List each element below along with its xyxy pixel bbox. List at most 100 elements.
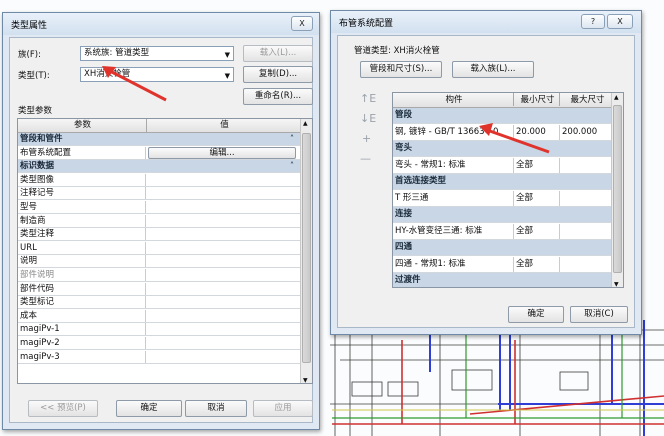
member-row[interactable]: HY-水管变径三通: 标准 全部 [393,223,613,240]
remove-row-icon[interactable]: — [360,152,371,165]
scroll-down-icon[interactable]: ▼ [614,281,619,287]
close-button[interactable]: X [291,16,313,31]
group-row[interactable]: 管段和管件 ˄ [18,133,300,146]
cancel-button[interactable]: 取消 [185,400,247,417]
member-label: 四通 [395,242,413,252]
param-label: 类型图像 [20,174,55,185]
min-size-cell[interactable]: 全部 [514,158,559,173]
collapse-icon[interactable]: ˄ [290,133,294,145]
scroll-up-icon[interactable]: ▲ [303,120,308,127]
param-row[interactable]: 型号 [18,201,300,214]
group-row[interactable]: 首选连接类型 [393,174,613,190]
move-down-icon[interactable]: ↓E [360,112,376,125]
dropdown-arrow-icon: ▼ [224,51,230,59]
add-row-icon[interactable]: + [362,132,371,145]
member-label: 首选连接类型 [395,176,447,186]
max-size-cell[interactable]: 200.000 [560,125,612,140]
column-divider [559,190,560,206]
member-row[interactable]: T 形三通 全部 [393,190,613,207]
move-up-icon[interactable]: ↑E [360,92,376,105]
column-divider [559,223,560,239]
min-size-cell[interactable]: 全部 [514,224,559,239]
pipe-type-label: 管道类型: XH消火栓管 [354,46,440,56]
type-params-label: 类型参数 [18,106,53,116]
param-label: 制造商 [20,215,46,226]
annotation-arrow [479,123,550,154]
param-row[interactable]: 部件代码 [18,282,300,296]
apply-button[interactable]: 应用 [253,400,313,417]
routing-preferences-dialog: 布管系统配置 ? X 管道类型: XH消火栓管 管段和尺寸(S)... 载入族(… [330,10,642,335]
column-divider [559,256,560,272]
col-param-header: 参数 [73,120,91,130]
param-row[interactable]: 类型图像 [18,173,300,187]
param-label: 类型注释 [20,229,55,240]
family-combo[interactable]: 系统族: 管道类型 ▼ [80,46,234,61]
member-row[interactable]: 弯头 - 常规1: 标准 全部 [393,157,613,174]
member-label: 弯头 - 常规1: 标准 [395,159,466,170]
param-row[interactable]: 部件说明 [18,269,300,282]
param-label: 类型标记 [20,297,55,308]
vertical-scrollbar[interactable]: ▲ ▼ [611,93,623,287]
vertical-scrollbar[interactable]: ▲ ▼ [300,119,312,383]
param-row[interactable]: 注释记号 [18,187,300,201]
param-row[interactable]: 布管系统配置 编辑... [18,146,300,160]
dropdown-arrow-icon: ▼ [224,72,230,80]
annotation-arrow [102,66,167,102]
family-value: 系统族: 管道类型 [84,48,150,58]
col-member-header: 构件 [445,95,463,105]
group-row[interactable]: 标识数据 ˄ [18,160,300,174]
member-label: T 形三通 [395,192,429,203]
group-row[interactable]: 过渡件 [393,273,613,287]
collapse-icon[interactable]: ˄ [290,160,294,172]
min-size-cell[interactable]: 全部 [514,257,559,272]
min-size-cell[interactable]: 全部 [514,191,559,206]
member-row[interactable]: 四通 - 常规1: 标准 全部 [393,256,613,273]
ok-button[interactable]: 确定 [508,306,564,323]
param-row[interactable]: magiPv-1 [18,323,300,337]
help-button[interactable]: ? [581,14,605,29]
param-row[interactable]: 制造商 [18,214,300,228]
dialog-title: 布管系统配置 [339,19,394,29]
param-row[interactable]: 成本 [18,309,300,323]
group-row[interactable]: 四通 [393,240,613,256]
grid-header: 构件 最小尺寸 最大尺寸 [393,93,613,108]
param-row[interactable]: 类型注释 [18,228,300,242]
column-divider [145,214,146,227]
load-button[interactable]: 载入(L)... [243,45,313,62]
param-row[interactable]: magiPv-2 [18,337,300,350]
load-family-button[interactable]: 载入族(L)... [452,61,534,78]
param-row[interactable]: 说明 [18,255,300,269]
close-button[interactable]: X [607,14,633,29]
scrollbar-thumb[interactable] [302,133,311,363]
param-label: 注释记号 [20,188,55,199]
column-divider [145,173,146,186]
param-label: 型号 [20,202,38,212]
scroll-down-icon[interactable]: ▼ [303,377,308,383]
column-divider [145,146,146,159]
group-row[interactable]: 连接 [393,207,613,223]
preview-button[interactable]: << 预览(P) [28,400,98,417]
column-divider [145,296,146,309]
type-properties-titlebar[interactable]: 类型属性 X [3,13,319,35]
routing-preferences-titlebar[interactable]: 布管系统配置 ? X [331,11,641,33]
scrollbar-thumb[interactable] [613,105,622,273]
param-row[interactable]: magiPv-3 [18,350,300,364]
column-divider [145,350,146,363]
column-divider [145,241,146,254]
routing-client: 管道类型: XH消火栓管 管段和尺寸(S)... 载入族(L)... ↑E ↓E… [337,35,635,328]
ok-button[interactable]: 确定 [116,400,182,417]
rename-button[interactable]: 重命名(R)... [243,88,313,105]
duplicate-button[interactable]: 复制(D)... [243,66,313,83]
param-row[interactable]: URL [18,241,300,255]
member-label: HY-水管变径三通: 标准 [395,225,483,236]
scroll-up-icon[interactable]: ▲ [614,94,619,101]
segments-sizes-button[interactable]: 管段和尺寸(S)... [360,61,442,78]
param-label: 管段和管件 [20,134,63,144]
family-label: 族(F): [18,50,41,60]
column-divider [145,282,146,295]
param-label: URL [20,242,37,253]
cancel-button[interactable]: 取消(C) [570,306,628,323]
dialog-title: 类型属性 [11,21,48,31]
param-row[interactable]: 类型标记 [18,296,300,310]
edit-button[interactable]: 编辑... [148,146,296,159]
